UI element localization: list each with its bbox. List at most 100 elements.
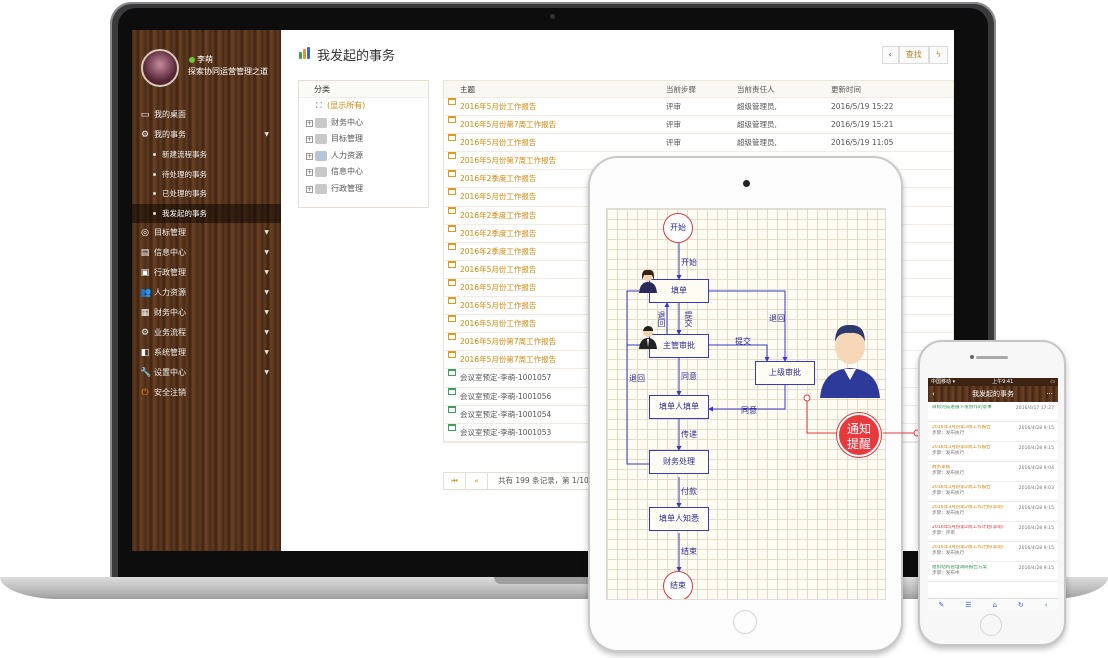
row-subject-link[interactable]: 2016年5月份工作报告: [460, 297, 536, 315]
sidebar-item[interactable]: ⚙ 业务流程 ▼: [132, 323, 281, 343]
home-icon[interactable]: ⌂: [993, 599, 997, 610]
row-subject-link[interactable]: 2016年5月份工作报告: [460, 279, 536, 297]
sidebar-item[interactable]: 🔧 设置中心 ▼: [132, 363, 281, 383]
menu-icon[interactable]: ☰: [965, 599, 971, 610]
row-subject-link[interactable]: 2016年2季度工作报告: [460, 225, 536, 243]
row-subject-link[interactable]: 会议室预定-李萌-1001054: [460, 406, 551, 424]
calendar-icon: [448, 351, 456, 359]
flow-supervisor-node[interactable]: 主管审批: [649, 334, 709, 358]
sidebar-subitem[interactable]: 新建流程事务: [132, 145, 281, 165]
column-updated[interactable]: 更新时间: [831, 81, 861, 98]
row-subject-link[interactable]: 2016年5月份工作报告: [460, 134, 536, 152]
item-date: 2016/4/28 9:15: [1018, 566, 1054, 571]
sidebar-item[interactable]: ⏻ 安全注销: [132, 383, 281, 403]
sidebar-item[interactable]: ▣ 行政管理 ▼: [132, 263, 281, 283]
sidebar-item-label: 行政管理: [154, 268, 186, 277]
bar-chart-icon: [299, 47, 311, 59]
list-item[interactable]: 组织结构管理调研报告方案 步骤：发布中 2016/4/28 9:15: [928, 562, 1058, 582]
list-item[interactable]: 2016年5月份第2周工作计划(李萌) 步骤：评审 2016/4/28 9:15: [928, 522, 1058, 542]
calendar-icon: [448, 152, 456, 160]
column-subject[interactable]: 主题: [460, 81, 475, 98]
back-icon[interactable]: ‹: [1045, 599, 1048, 610]
find-button[interactable]: 查找: [898, 46, 929, 64]
prev-page-button[interactable]: «: [466, 473, 488, 489]
flow-start-node[interactable]: 开始: [663, 213, 693, 243]
row-subject-link[interactable]: 2016年5月份第7周工作报告: [460, 333, 556, 351]
expand-icon[interactable]: +: [306, 136, 313, 143]
flow-label-end: 结束: [681, 547, 697, 556]
sidebar-subitem[interactable]: 已处理的事务: [132, 184, 281, 204]
list-item[interactable]: 目标完成进展下发协作的意事 2016/4/17 17:27: [928, 402, 1058, 422]
sidebar-item[interactable]: ▤ 信息中心 ▼: [132, 243, 281, 263]
phone-home-button[interactable]: [980, 614, 1002, 636]
table-row[interactable]: 2016年5月份第7周工作报告 评审 超级管理员, 2016/5/19 15:21: [444, 116, 953, 135]
tree-item[interactable]: + 财务中心: [299, 115, 428, 132]
tree-item[interactable]: + 人力资源: [299, 148, 428, 165]
column-step[interactable]: 当前步骤: [666, 81, 696, 98]
row-subject-link[interactable]: 2016年5月份第7周工作报告: [460, 351, 556, 369]
flash-button[interactable]: ϟ: [928, 46, 948, 64]
sidebar-item[interactable]: ◧ 系统管理 ▼: [132, 343, 281, 363]
flow-notified-node[interactable]: 填单人知悉: [649, 507, 709, 531]
table-row[interactable]: 2016年5月份工作报告 评审 超级管理员, 2016/5/19 15:22: [444, 98, 953, 117]
flow-superior-node[interactable]: 上级审批: [755, 361, 815, 385]
sidebar-item[interactable]: ⚙ 我的事务 ▼: [132, 125, 281, 145]
back-icon[interactable]: ‹: [932, 386, 935, 402]
sidebar-item[interactable]: ▦ 财务中心 ▼: [132, 303, 281, 323]
expand-icon[interactable]: +: [306, 119, 313, 127]
row-subject-link[interactable]: 2016年5月份第7周工作报告: [460, 116, 556, 134]
row-subject-link[interactable]: 2016年2季度工作报告: [460, 170, 536, 188]
tablet-home-button[interactable]: [733, 610, 757, 634]
sidebar-item[interactable]: 👥 人力资源 ▼: [132, 283, 281, 303]
list-item[interactable]: 2016年3月份第2周工作计划(李萌) 步骤：发布执行 2016/4/28 9:15: [928, 542, 1058, 562]
calendar-icon: [448, 405, 456, 413]
sidebar-item[interactable]: ◎ 目标管理 ▼: [132, 223, 281, 243]
back-button[interactable]: ‹: [881, 46, 899, 64]
sidebar-item[interactable]: ▭ 我的桌面: [132, 105, 281, 125]
row-subject-link[interactable]: 2016年5月份第7周工作报告: [460, 152, 556, 170]
list-item[interactable]: 2016年3月份第2周工作计划(李萌) 步骤：发布执行 2016/4/28 9:15: [928, 502, 1058, 522]
tree-item[interactable]: + 行政管理: [299, 181, 428, 198]
flow-handler-node[interactable]: 填单人填单: [649, 395, 709, 419]
column-owner[interactable]: 当前责任人: [737, 81, 775, 98]
list-item[interactable]: 2016年3月份第2周工作报告 步骤：发布执行 2016/4/28 9:03: [928, 482, 1058, 502]
tree-item-all-label: (显示所有): [327, 101, 366, 110]
item-step: 步骤：发布执行: [932, 431, 965, 436]
sidebar-subitem[interactable]: 我发起的事务: [132, 203, 281, 223]
table-row[interactable]: 2016年5月份工作报告 评审 超级管理员, 2016/5/19 11:05: [444, 134, 953, 153]
flow-fill-node[interactable]: 填单: [649, 279, 709, 303]
row-subject-link[interactable]: 会议室预定-李萌-1001056: [460, 388, 551, 406]
flow-label-agree: 同意: [741, 406, 757, 415]
list-item[interactable]: 2016年3月份第4周工作报告 步骤：发布执行 2016/4/28 9:15: [928, 442, 1058, 462]
expand-icon[interactable]: +: [306, 185, 313, 193]
row-subject-link[interactable]: 2016年5月份工作报告: [460, 261, 536, 279]
row-subject-link[interactable]: 会议室预定-李萌-1001057: [460, 369, 551, 387]
first-page-button[interactable]: ⏮: [444, 473, 466, 489]
row-subject-link[interactable]: 会议室预定-李萌-1001053: [460, 424, 551, 442]
edit-icon[interactable]: ✎: [938, 599, 944, 610]
row-subject-link[interactable]: 2016年2季度工作报告: [460, 207, 536, 225]
row-subject-link[interactable]: 2016年5月份工作报告: [460, 315, 536, 333]
folder-icon: [315, 117, 327, 128]
monitor-icon: ▭: [140, 110, 150, 120]
row-subject-link[interactable]: 2016年2季度工作报告: [460, 243, 536, 261]
tree-item-all[interactable]: ⛶ (显示所有): [299, 98, 428, 115]
expand-icon[interactable]: +: [306, 169, 313, 176]
flow-end-node[interactable]: 结束: [663, 571, 693, 599]
refresh-icon[interactable]: ↻: [1018, 599, 1024, 610]
sidebar-subitem[interactable]: 待处理的事务: [132, 165, 281, 185]
avatar[interactable]: [141, 49, 179, 87]
item-date: 2016/4/28 9:03: [1018, 486, 1054, 491]
tree-item[interactable]: + 目标管理: [299, 131, 428, 148]
list-item[interactable]: 2016年3月份第3周工作报告 步骤：发布执行 2016/4/28 9:15: [928, 422, 1058, 442]
row-subject-link[interactable]: 2016年5月份工作报告: [460, 98, 536, 116]
row-subject-link[interactable]: 2016年5月份工作报告: [460, 188, 536, 206]
flow-finance-node[interactable]: 财务处理: [649, 450, 709, 474]
list-item[interactable]: 财务审核 步骤：发布执行 2016/4/28 9:04: [928, 462, 1058, 482]
battery-icon: ▭: [1050, 379, 1055, 385]
page-title: 我发起的事务: [317, 49, 396, 64]
expand-icon[interactable]: +: [306, 152, 313, 160]
woman-avatar-icon: [639, 269, 657, 293]
tree-item[interactable]: + 信息中心: [299, 164, 428, 181]
more-icon[interactable]: ···: [1046, 386, 1053, 402]
